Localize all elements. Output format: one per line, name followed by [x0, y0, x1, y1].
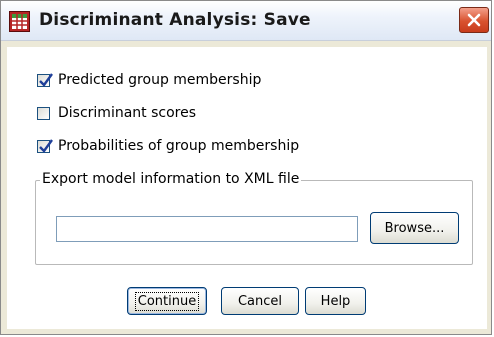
probabilities-membership-checkbox[interactable] — [37, 138, 53, 153]
title-bar[interactable]: Discriminant Analysis: Save — [1, 1, 491, 41]
cancel-button[interactable]: Cancel — [221, 287, 299, 315]
predicted-membership-label: Predicted group membership — [58, 72, 262, 88]
cancel-label: Cancel — [237, 293, 283, 309]
grid-table-icon — [9, 11, 30, 32]
xml-file-path-input[interactable] — [56, 216, 358, 242]
browse-button[interactable]: Browse... — [370, 212, 459, 244]
discriminant-scores-checkbox[interactable] — [37, 106, 50, 120]
dialog-window: Discriminant Analysis: Save Predicted gr… — [0, 0, 492, 335]
export-xml-group: Export model information to XML file Bro… — [35, 171, 473, 265]
predicted-membership-checkbox[interactable] — [37, 72, 53, 87]
discriminant-scores-option[interactable]: Discriminant scores — [37, 103, 196, 123]
dialog-body: Predicted group membership Discriminant … — [7, 47, 487, 329]
continue-label: Continue — [134, 291, 200, 311]
help-label: Help — [320, 293, 351, 309]
close-button[interactable] — [459, 7, 489, 33]
help-button[interactable]: Help — [305, 287, 366, 315]
dialog-title: Discriminant Analysis: Save — [39, 10, 311, 30]
probabilities-membership-label: Probabilities of group membership — [58, 138, 300, 154]
close-icon — [467, 13, 481, 27]
browse-label: Browse... — [384, 220, 445, 236]
export-xml-legend: Export model information to XML file — [40, 171, 302, 187]
discriminant-scores-label: Discriminant scores — [58, 105, 197, 121]
probabilities-membership-option[interactable]: Probabilities of group membership — [37, 136, 299, 156]
predicted-membership-option[interactable]: Predicted group membership — [37, 70, 261, 90]
continue-button[interactable]: Continue — [127, 287, 207, 315]
